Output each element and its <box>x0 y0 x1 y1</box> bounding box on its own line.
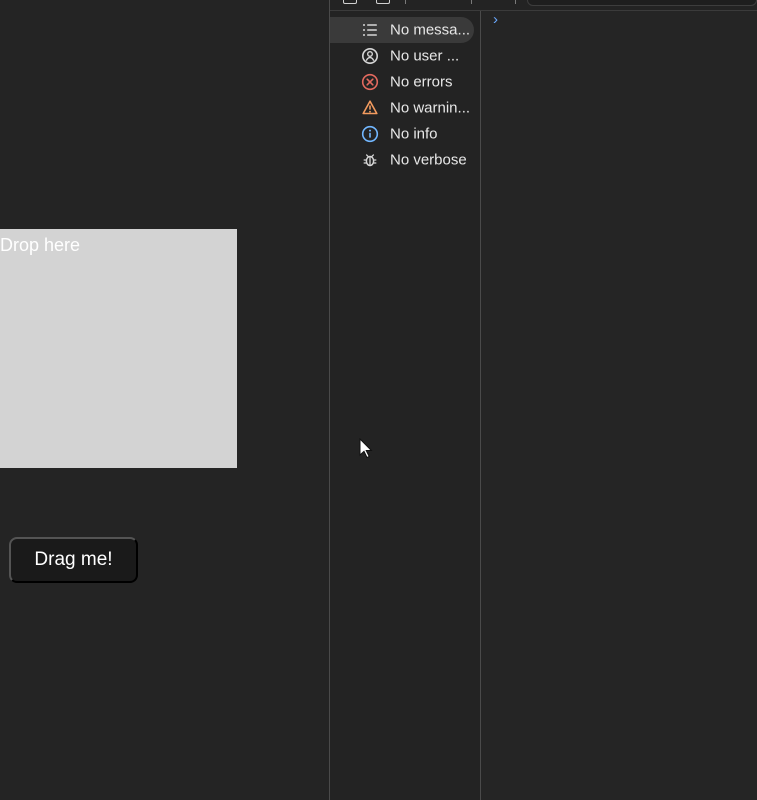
console-output <box>481 0 757 800</box>
drop-zone-label: Drop here <box>0 235 81 255</box>
error-icon <box>361 73 379 91</box>
app-window: Drop here Drag me! No messa... No user .… <box>0 0 757 800</box>
clear-console-icon[interactable] <box>343 0 357 4</box>
filter-item-label: No verbose <box>390 151 467 169</box>
message-filter-list: No messa... No user ... No errors No war… <box>330 17 480 173</box>
filter-item-label: No info <box>390 125 438 143</box>
bug-icon <box>361 151 379 169</box>
web-page-pane: Drop here Drag me! <box>0 0 329 800</box>
user-icon <box>361 47 379 65</box>
filter-item-warnings[interactable]: No warnin... <box>330 95 480 121</box>
drag-button[interactable]: Drag me! <box>9 537 138 583</box>
filter-item-user-messages[interactable]: No user ... <box>330 43 480 69</box>
filter-item-verbose[interactable]: No verbose <box>330 147 480 173</box>
toolbar-separator <box>471 0 472 4</box>
filter-item-info[interactable]: No info <box>330 121 480 147</box>
filter-item-label: No warnin... <box>390 99 471 117</box>
toolbar-separator <box>405 0 406 4</box>
filter-item-label: No user ... <box>390 47 460 65</box>
mouse-cursor-icon <box>359 438 373 460</box>
filter-item-errors[interactable]: No errors <box>330 69 480 95</box>
filter-item-messages[interactable]: No messa... <box>330 17 474 43</box>
drop-zone[interactable]: Drop here <box>0 229 237 468</box>
warning-icon <box>361 99 379 117</box>
toolbar-separator <box>515 0 516 4</box>
list-icon <box>361 21 379 39</box>
console-prompt-icon[interactable]: › <box>493 12 503 27</box>
filter-item-label: No errors <box>390 73 453 91</box>
devtools-toolbar <box>330 0 757 11</box>
console-filter-input[interactable] <box>527 0 757 6</box>
info-icon <box>361 125 379 143</box>
filter-icon[interactable] <box>376 0 390 4</box>
filter-item-label: No messa... <box>390 21 471 39</box>
